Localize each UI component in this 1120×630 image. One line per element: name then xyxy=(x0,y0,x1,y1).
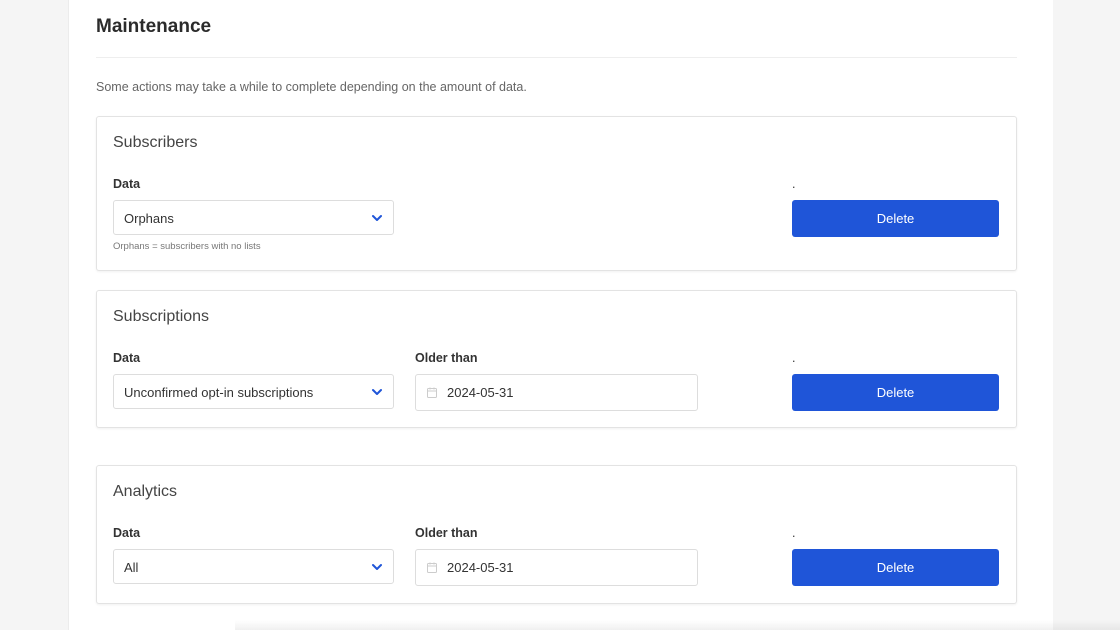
analytics-delete-button[interactable]: Delete xyxy=(792,549,999,586)
subscriptions-data-label: Data xyxy=(113,351,141,365)
bottom-shadow xyxy=(235,620,1120,630)
analytics-title: Analytics xyxy=(113,483,178,500)
subscribers-data-label: Data xyxy=(113,177,141,191)
analytics-date-input[interactable]: 2024-05-31 xyxy=(415,549,698,586)
maintenance-page: Maintenance Some actions may take a whil… xyxy=(68,0,1053,630)
subscriptions-box: Subscriptions Data Older than . Unconfir… xyxy=(96,290,1017,428)
subscribers-action-label: . xyxy=(792,177,796,191)
subscribers-delete-button[interactable]: Delete xyxy=(792,200,999,237)
subscribers-data-value: Orphans xyxy=(124,211,174,226)
subscribers-data-select[interactable]: Orphans xyxy=(113,200,394,235)
calendar-icon xyxy=(427,387,437,398)
subscribers-title: Subscribers xyxy=(113,134,198,151)
subscriptions-data-select[interactable]: Unconfirmed opt-in subscriptions xyxy=(113,374,394,409)
title-divider xyxy=(96,57,1017,58)
subscriptions-delete-button[interactable]: Delete xyxy=(792,374,999,411)
subscriptions-data-value: Unconfirmed opt-in subscriptions xyxy=(124,385,314,400)
calendar-icon xyxy=(427,562,437,573)
chevron-down-icon xyxy=(372,389,382,395)
analytics-data-value: All xyxy=(124,560,139,575)
analytics-date-value: 2024-05-31 xyxy=(447,560,514,575)
subscriptions-action-label: . xyxy=(792,351,796,365)
analytics-data-label: Data xyxy=(113,526,141,540)
subscriptions-date-input[interactable]: 2024-05-31 xyxy=(415,374,698,411)
page-title: Maintenance xyxy=(96,16,212,37)
chevron-down-icon xyxy=(372,215,382,221)
subscriptions-date-value: 2024-05-31 xyxy=(447,385,514,400)
analytics-action-label: . xyxy=(792,526,796,540)
chevron-down-icon xyxy=(372,564,382,570)
page-intro: Some actions may take a while to complet… xyxy=(96,80,527,94)
subscriptions-older-label: Older than xyxy=(415,351,478,365)
subscriptions-title: Subscriptions xyxy=(113,308,210,325)
analytics-box: Analytics Data Older than . All 2024-05-… xyxy=(96,465,1017,604)
subscribers-box: Subscribers Data . Orphans Orphans = sub… xyxy=(96,116,1017,271)
subscribers-help-text: Orphans = subscribers with no lists xyxy=(113,241,261,252)
analytics-older-label: Older than xyxy=(415,526,478,540)
analytics-data-select[interactable]: All xyxy=(113,549,394,584)
